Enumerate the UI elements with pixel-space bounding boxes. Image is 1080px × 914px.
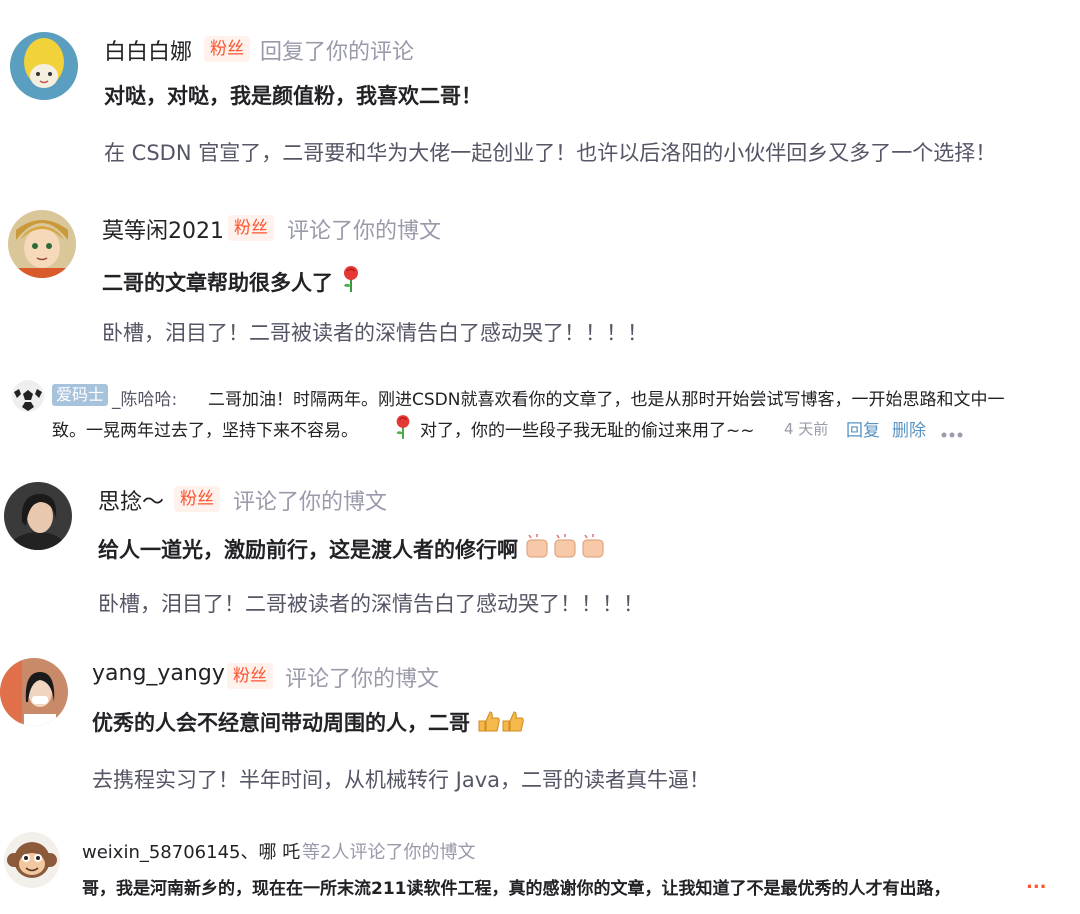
lemon-cat-avatar[interactable]: [10, 32, 78, 100]
username[interactable]: _陈哈哈:: [112, 385, 177, 410]
reply-text[interactable]: 优秀的人会不经意间带动周围的人，二哥: [92, 707, 525, 738]
original-text[interactable]: 在 CSDN 官宣了，二哥要和华为大佬一起创业了！也许以后洛阳的小伙伴回乡又多了…: [104, 137, 996, 167]
username[interactable]: 莫等闲2021: [102, 213, 224, 245]
reply-content: 给人一道光，激励前行，这是渡人者的修行啊: [98, 538, 518, 562]
reply-link[interactable]: 回复: [846, 416, 880, 441]
action-text: 等2人评论了你的博文: [302, 842, 476, 863]
more-dots-icon[interactable]: [940, 424, 964, 443]
original-text[interactable]: 卧槽，泪目了！二哥被读者的深情告白了感动哭了！！！！: [98, 588, 644, 618]
anime-boy-avatar[interactable]: [8, 210, 76, 278]
fan-badge: 粉丝: [227, 663, 273, 689]
comment-line-1: 二哥加油！时隔两年。刚进CSDN就喜欢看你的文章了，也是从那时开始尝试写博客，一…: [208, 390, 1005, 410]
fan-badge: 粉丝: [204, 36, 250, 62]
soccer-ball-avatar[interactable]: [12, 380, 44, 412]
action-text: 回复了你的评论: [260, 40, 415, 65]
thumbs-up-icon: [477, 709, 525, 738]
username[interactable]: 白白白娜: [104, 34, 192, 66]
fan-badge: 粉丝: [174, 486, 220, 512]
reply-text[interactable]: 哥，我是河南新乡的，现在在一所末流211读软件工程，真的感谢你的文章，让我知道了…: [82, 874, 950, 899]
reply-text[interactable]: 对哒，对哒，我是颜值粉，我喜欢二哥！: [104, 80, 482, 110]
woman-photo-avatar[interactable]: [0, 658, 68, 726]
username[interactable]: yang_yangy: [92, 661, 225, 686]
clap-icon: [525, 534, 609, 565]
comment-time: 4 天前: [784, 420, 829, 438]
fan-badge: 粉丝: [228, 215, 274, 241]
username[interactable]: 思捻～: [98, 484, 164, 516]
comment-line-2b: 对了，你的一些段子我无耻的偷过来用了~~: [420, 421, 755, 441]
action-text: 评论了你的博文: [287, 219, 442, 244]
rose-icon: [393, 414, 413, 444]
reply-text[interactable]: 二哥的文章帮助很多人了: [102, 265, 362, 298]
coder-badge: 爱码士: [52, 384, 109, 406]
delete-link[interactable]: 删除: [892, 416, 926, 441]
action-text: 评论了你的博文: [233, 490, 388, 515]
original-text[interactable]: 去携程实习了！半年时间，从机械转行 Java，二哥的读者真牛逼！: [92, 764, 710, 794]
ellipsis: ...: [1026, 872, 1047, 893]
action-text: 评论了你的博文: [285, 667, 440, 692]
girl-photo-avatar[interactable]: [4, 482, 72, 550]
rose-icon: [340, 265, 362, 298]
original-text[interactable]: 卧槽，泪目了！二哥被读者的深情告白了感动哭了！！！！: [102, 317, 648, 347]
comment-line-2a: 致。一晃两年过去了，坚持下来不容易。: [52, 421, 358, 441]
username[interactable]: weixin_58706145、哪 吒: [82, 838, 300, 864]
reply-content: 二哥的文章帮助很多人了: [102, 271, 333, 295]
reply-content: 优秀的人会不经意间带动周围的人，二哥: [92, 711, 470, 735]
monkey-avatar[interactable]: [4, 832, 60, 888]
reply-text[interactable]: 给人一道光，激励前行，这是渡人者的修行啊: [98, 534, 609, 565]
